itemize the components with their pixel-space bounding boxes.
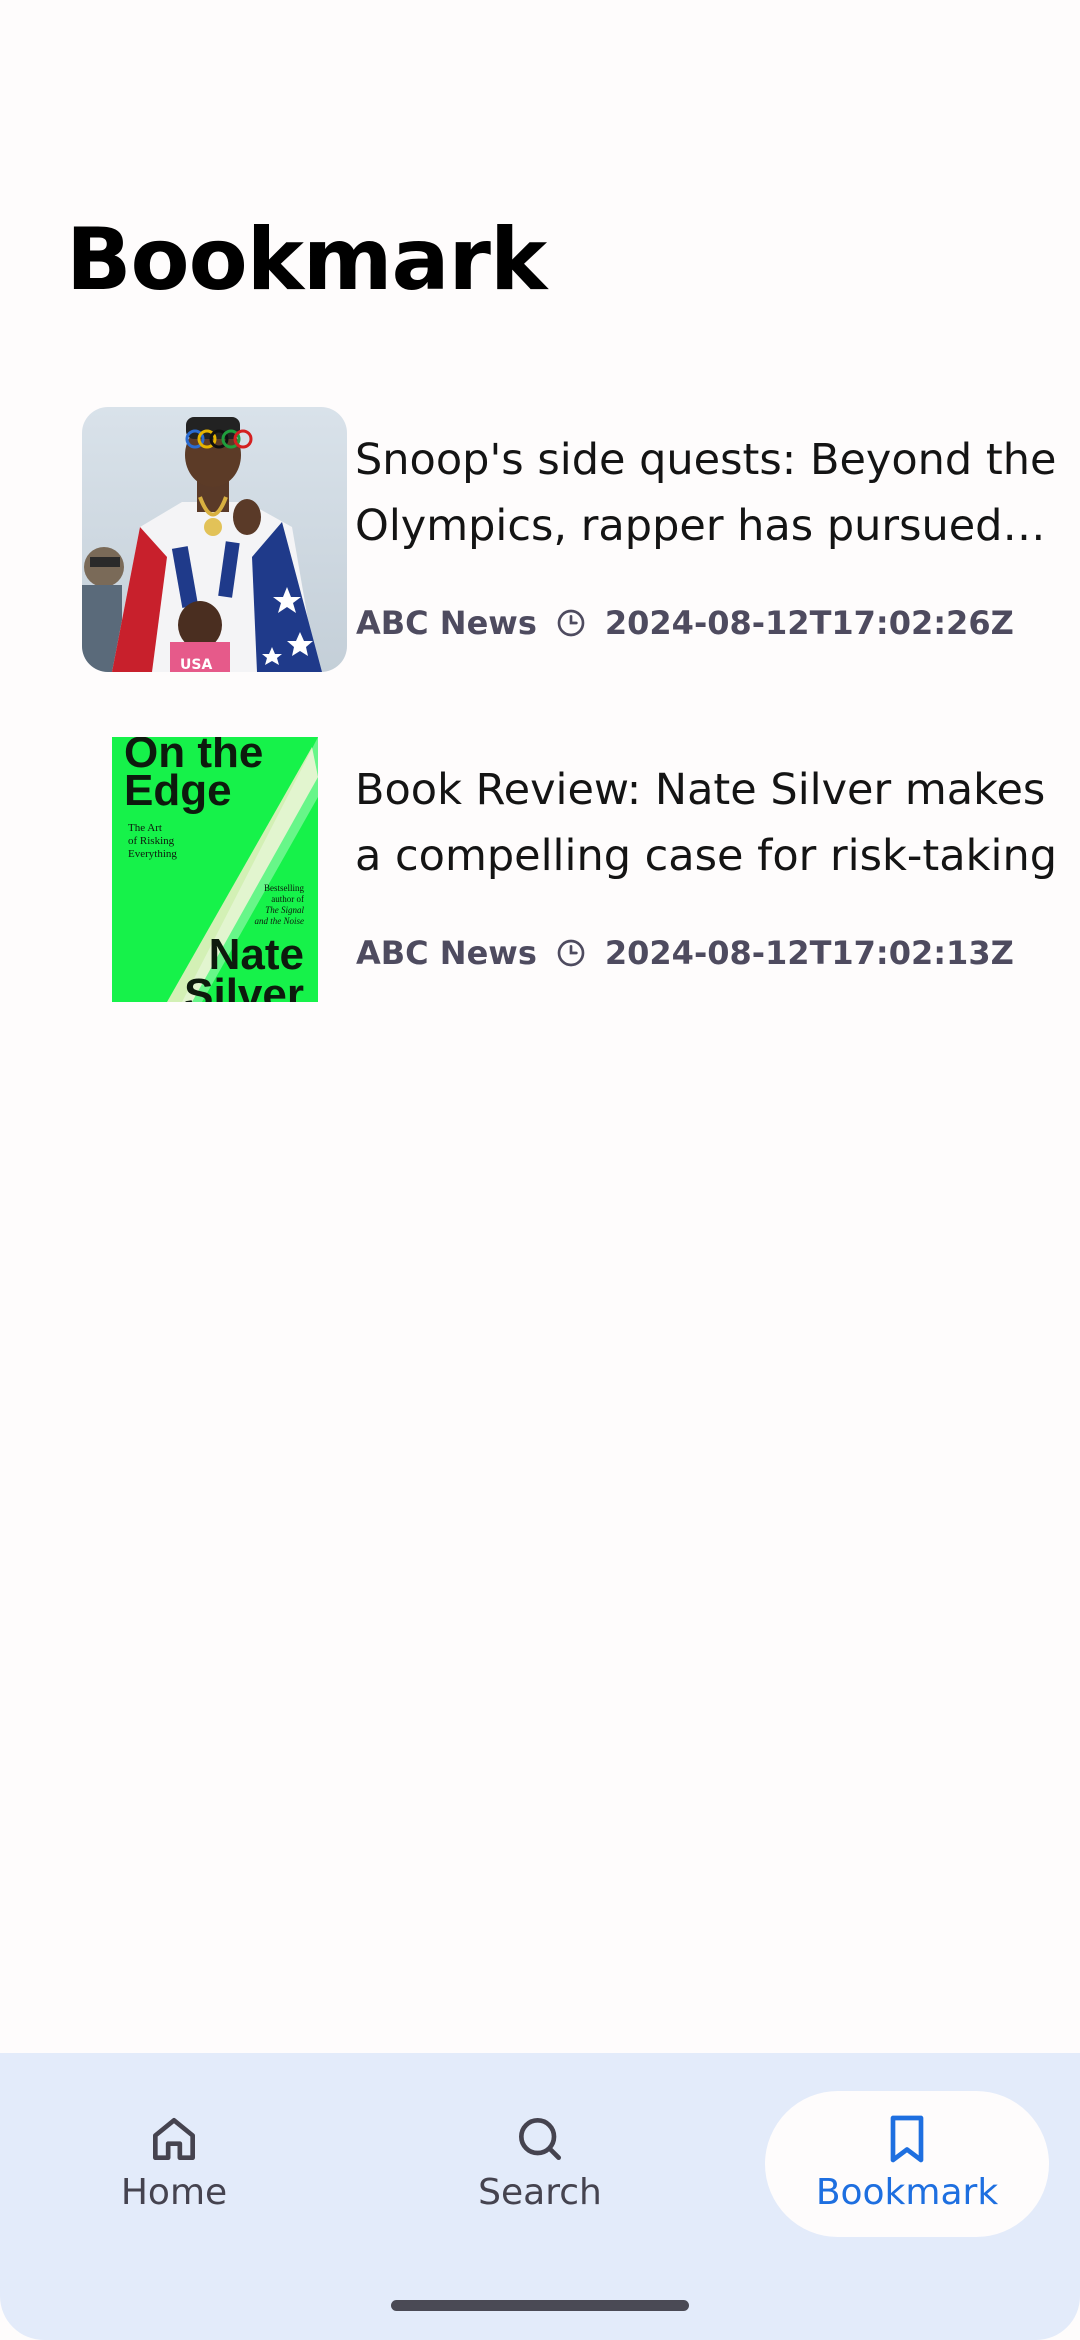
cover-subtitle-2: of Risking	[128, 835, 175, 847]
article-source: ABC News	[356, 604, 537, 642]
nav-item-bookmark[interactable]: Bookmark	[765, 2091, 1049, 2237]
cover-blurb-1: Bestselling	[264, 883, 304, 893]
article-card[interactable]: USA Snoop's side quests: Beyond the Olym…	[82, 407, 1056, 673]
nav-label: Search	[478, 2172, 602, 2213]
article-timestamp: 2024-08-12T17:02:13Z	[604, 934, 1014, 972]
page-title: Bookmark	[66, 210, 547, 310]
article-card[interactable]: On the Edge The Art of Risking Everythin…	[82, 737, 1057, 1003]
clock-icon	[555, 607, 587, 639]
nav-item-search[interactable]: Search	[398, 2091, 682, 2237]
nav-label: Home	[120, 2172, 228, 2213]
search-icon	[512, 2111, 568, 2167]
article-meta: ABC News 2024-08-12T17:02:13Z	[356, 933, 1014, 973]
cover-blurb-4: and the Noise	[255, 916, 305, 926]
cover-author-2: Silver	[184, 970, 304, 1002]
article-meta: ABC News 2024-08-12T17:02:26Z	[356, 603, 1014, 643]
home-icon	[146, 2111, 202, 2167]
home-indicator[interactable]	[391, 2300, 689, 2311]
svg-text:USA: USA	[180, 657, 212, 672]
cover-subtitle-3: Everything	[128, 848, 177, 860]
article-thumbnail[interactable]: On the Edge The Art of Risking Everythin…	[112, 737, 318, 1002]
article-thumbnail[interactable]: USA	[82, 407, 347, 672]
bookmark-icon	[879, 2111, 935, 2167]
nav-item-home[interactable]: Home	[32, 2091, 316, 2237]
bottom-navigation: Home Search Bookmark	[0, 2053, 1080, 2340]
cover-blurb-3: The Signal	[265, 905, 304, 915]
article-timestamp: 2024-08-12T17:02:26Z	[604, 604, 1014, 642]
article-headline[interactable]: Snoop's side quests: Beyond the Olympics…	[355, 427, 1080, 559]
cover-title-2: Edge	[124, 766, 232, 815]
cover-subtitle-1: The Art	[128, 822, 162, 834]
clock-icon	[555, 937, 587, 969]
article-headline[interactable]: Book Review: Nate Silver makes a compell…	[355, 757, 1080, 889]
article-source: ABC News	[356, 934, 537, 972]
nav-label: Bookmark	[815, 2172, 999, 2213]
cover-blurb-2: author of	[271, 894, 304, 904]
